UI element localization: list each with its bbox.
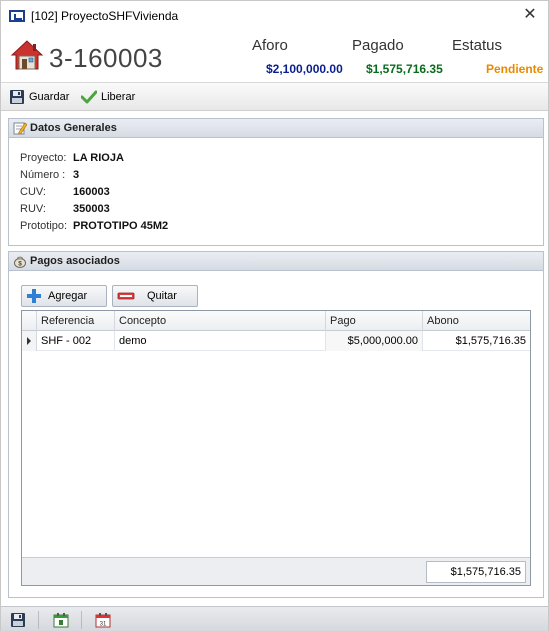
estatus-value: Pendiente [486, 62, 544, 76]
aforo-value: $2,100,000.00 [266, 62, 343, 76]
calendar-icon[interactable] [53, 612, 69, 628]
column-header-concepto[interactable]: Concepto [115, 311, 326, 331]
svg-text:$: $ [18, 261, 22, 268]
field-label: CUV: [20, 186, 46, 198]
field-label: Prototipo: [20, 220, 68, 232]
money-bag-icon: $ [14, 256, 26, 268]
remove-payment-label: Quitar [147, 290, 177, 302]
project-number: 3-160003 [49, 43, 163, 73]
calendar-31-icon[interactable]: 31 [95, 612, 111, 628]
separator [81, 611, 82, 629]
cell-abono[interactable]: $1,575,716.35 [423, 331, 530, 351]
app-logo-icon [9, 10, 25, 22]
floppy-disk-icon [10, 90, 24, 104]
table-row[interactable]: SHF - 002 demo $5,000,000.00 $1,575,716.… [22, 331, 530, 351]
checkmark-icon [81, 90, 97, 104]
window-title: [102] ProyectoSHFVivienda [31, 9, 179, 23]
field-label: Proyecto: [20, 152, 67, 164]
general-data-title: Datos Generales [30, 122, 117, 134]
title-bar: [102] ProyectoSHFVivienda ✕ [1, 1, 548, 31]
floppy-disk-icon[interactable] [10, 612, 26, 628]
total-abono: $1,575,716.35 [426, 561, 526, 583]
save-label: Guardar [29, 91, 70, 103]
estatus-label: Estatus [452, 37, 503, 54]
cell-concepto[interactable]: demo [115, 331, 326, 351]
column-header-abono[interactable]: Abono [423, 311, 530, 331]
field-label: Número : [20, 169, 66, 181]
grid-footer: $1,575,716.35 [22, 557, 530, 585]
minus-icon [117, 292, 135, 300]
payments-panel: $ Pagos asociados Agregar Quitar Referen… [8, 251, 544, 598]
close-icon[interactable]: ✕ [523, 6, 536, 23]
separator [38, 611, 39, 629]
field-label: RUV: [20, 203, 46, 215]
status-bar: 31 [1, 606, 548, 631]
pagado-label: Pagado [352, 37, 404, 54]
payments-header: $ Pagos asociados [9, 252, 543, 271]
field-cuv: CUV: 160003 [20, 186, 110, 198]
grid-header: Referencia Concepto Pago Abono [22, 311, 530, 331]
payments-title: Pagos asociados [30, 255, 120, 267]
edit-document-icon [13, 122, 27, 135]
plus-icon [27, 289, 41, 303]
general-data-header: Datos Generales [9, 119, 543, 138]
release-button[interactable]: Liberar [81, 88, 135, 106]
remove-payment-button[interactable]: Quitar [112, 285, 198, 307]
field-ruv: RUV: 350003 [20, 203, 110, 215]
pagado-value: $1,575,716.35 [366, 62, 443, 76]
field-proyecto: Proyecto: LA RIOJA [20, 152, 124, 164]
row-indicator-header [22, 311, 37, 331]
field-value: 160003 [73, 186, 110, 198]
row-indicator-icon [22, 331, 37, 351]
save-button[interactable]: Guardar [9, 88, 69, 106]
aforo-label: Aforo [252, 37, 288, 54]
column-header-pago[interactable]: Pago [326, 311, 423, 331]
release-label: Liberar [101, 91, 136, 103]
general-data-panel: Datos Generales Proyecto: LA RIOJA Número… [8, 118, 544, 246]
svg-text:31: 31 [100, 622, 107, 628]
window: [102] ProyectoSHFVivienda ✕ 3-160003 Afo… [0, 0, 549, 631]
field-value: 3 [73, 169, 80, 181]
field-value: PROTOTIPO 45M2 [73, 220, 169, 232]
close-button[interactable]: ✕ [520, 5, 540, 25]
cell-pago[interactable]: $5,000,000.00 [326, 331, 423, 351]
add-payment-label: Agregar [48, 290, 88, 302]
house-icon [10, 40, 44, 70]
field-prototipo: Prototipo: PROTOTIPO 45M2 [20, 220, 168, 232]
field-value: LA RIOJA [73, 152, 124, 164]
toolbar: Guardar Liberar [1, 82, 548, 111]
add-payment-button[interactable]: Agregar [21, 285, 107, 307]
project-header: 3-160003 Aforo Pagado Estatus $2,100,000… [1, 31, 548, 81]
column-header-referencia[interactable]: Referencia [37, 311, 115, 331]
field-value: 350003 [73, 203, 110, 215]
payments-grid[interactable]: Referencia Concepto Pago Abono SHF - 002… [21, 310, 531, 586]
cell-referencia[interactable]: SHF - 002 [37, 331, 115, 351]
field-numero: Número : 3 [20, 169, 79, 181]
